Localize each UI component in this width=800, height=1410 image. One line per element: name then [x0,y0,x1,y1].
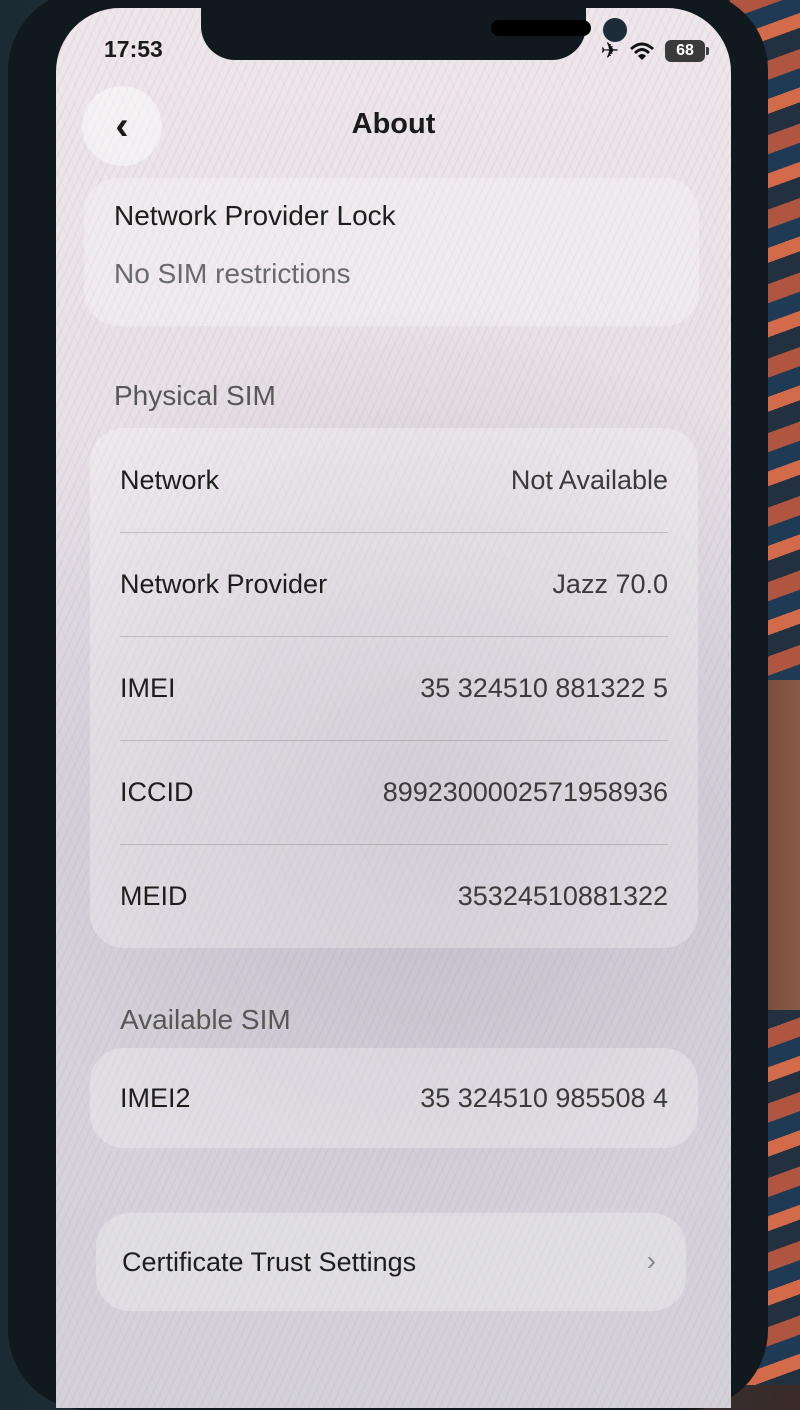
wifi-icon [630,42,654,60]
network-lock-value: No SIM restrictions [114,258,351,289]
row-network: Network Not Available [120,428,668,532]
row-meid: MEID 35324510881322 [120,844,668,948]
chevron-right-icon: › [646,1245,656,1276]
speaker [491,20,591,36]
phone-frame: 17:53 ✈ 68 ‹ About Network Provider Lock… [8,0,768,1410]
row-value[interactable]: 35324510881322 [458,881,668,912]
row-value[interactable]: 8992300002571958936 [383,777,668,808]
certificate-trust-settings-label: Certificate Trust Settings [122,1247,417,1277]
row-label: Network [120,464,220,495]
row-label: Network Provider [120,568,328,599]
row-label: IMEI [120,672,176,703]
row-value: Not Available [510,464,668,495]
row-iccid: ICCID 8992300002571958936 [120,740,668,844]
page-title: About [351,108,436,140]
certificate-trust-settings-row[interactable]: Certificate Trust Settings › [96,1213,686,1311]
row-label: ICCID [120,776,194,807]
row-label: MEID [120,880,188,911]
available-sim-header: Available SIM [120,1004,291,1035]
screen: 17:53 ✈ 68 ‹ About Network Provider Lock… [56,8,731,1408]
row-label: IMEI2 [120,1082,191,1113]
battery-level: 68 [676,42,694,59]
network-lock-card: Network Provider Lock No SIM restriction… [84,178,699,326]
physical-sim-header: Physical SIM [114,380,276,411]
row-network-provider: Network Provider Jazz 70.0 [120,532,668,636]
physical-sim-card: Network Not Available Network Provider J… [90,428,698,948]
row-value[interactable]: 35 324510 985508 4 [420,1083,668,1114]
notch [201,8,627,60]
status-time: 17:53 [104,36,163,62]
row-imei: IMEI 35 324510 881322 5 [120,636,668,740]
row-imei2: IMEI2 35 324510 985508 4 [120,1046,668,1150]
row-value: Jazz 70.0 [552,568,668,599]
network-lock-label: Network Provider Lock [114,200,396,231]
battery-icon: 68 [665,40,709,62]
status-icons: ✈ 68 [600,38,709,64]
row-value[interactable]: 35 324510 881322 5 [420,673,668,704]
airplane-icon: ✈ [600,38,619,63]
available-sim-card: IMEI2 35 324510 985508 4 [90,1048,698,1148]
